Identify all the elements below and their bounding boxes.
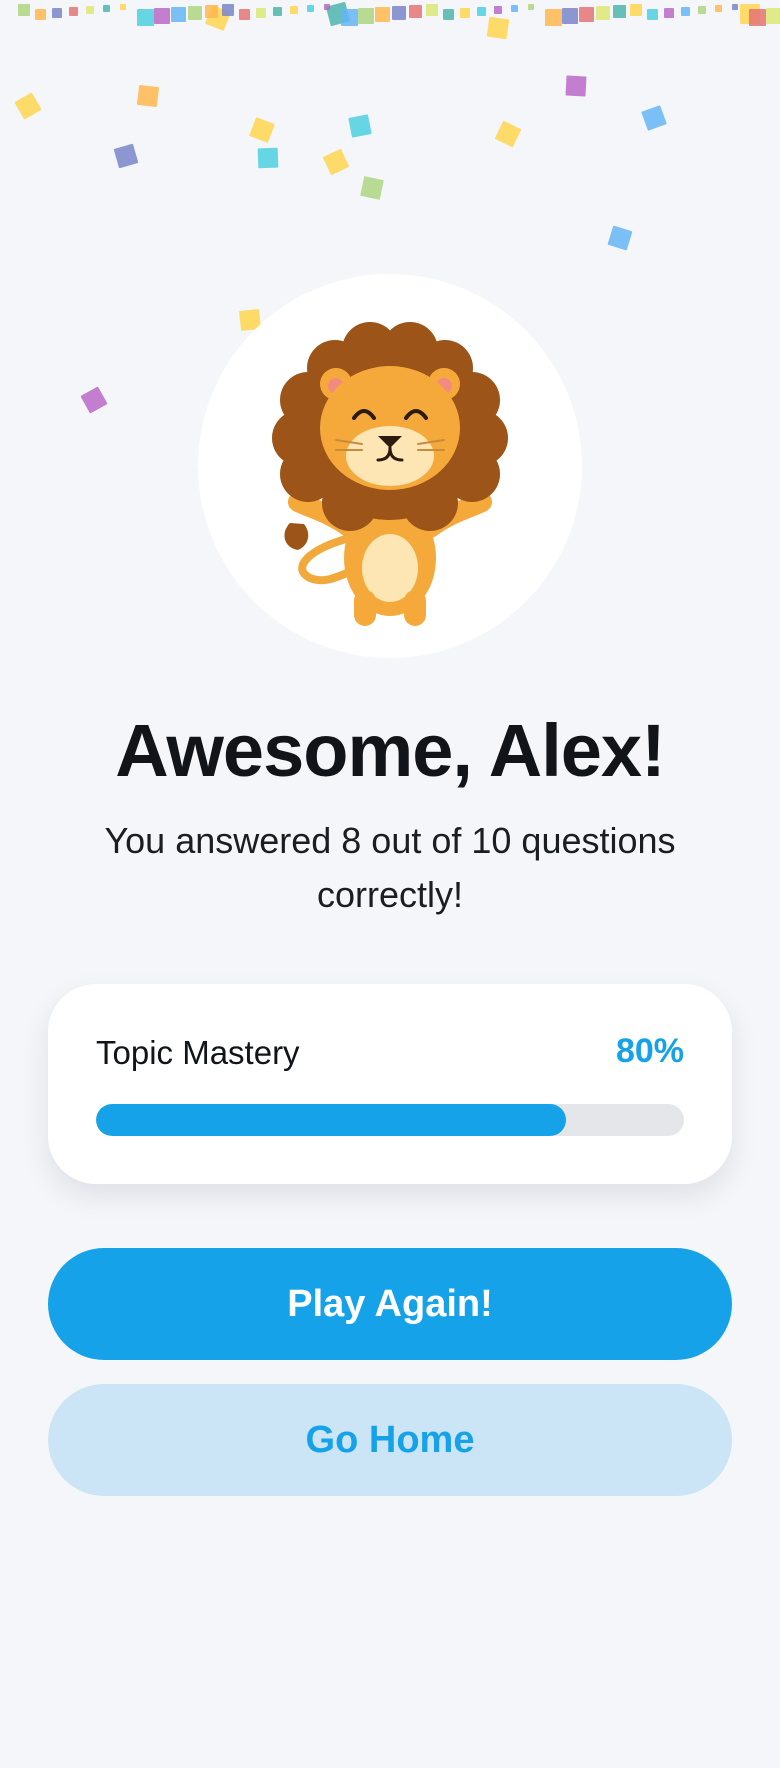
play-again-button[interactable]: Play Again! <box>48 1248 732 1360</box>
mastery-progress-fill <box>96 1104 567 1136</box>
mastery-progress-bar <box>96 1104 684 1136</box>
confetti-piece <box>596 6 610 20</box>
confetti-piece <box>579 7 594 22</box>
confetti-piece <box>766 8 780 24</box>
confetti-piece <box>358 8 374 24</box>
mascot-avatar <box>198 274 582 658</box>
confetti-piece <box>348 114 372 138</box>
confetti-piece <box>204 4 232 32</box>
confetti-piece <box>69 7 78 16</box>
confetti-piece <box>322 148 350 176</box>
confetti-piece <box>341 9 358 26</box>
confetti-piece <box>137 9 154 26</box>
confetti-piece <box>375 7 390 22</box>
confetti-piece <box>256 8 266 18</box>
confetti-piece <box>460 8 470 18</box>
lion-mascot-icon <box>272 322 508 626</box>
confetti-piece <box>188 6 202 20</box>
confetti-piece <box>154 8 170 24</box>
confetti-piece <box>86 6 94 14</box>
confetti-piece <box>715 5 722 12</box>
confetti-piece <box>443 9 454 20</box>
confetti-piece <box>511 5 518 12</box>
confetti-piece <box>630 4 642 16</box>
confetti-piece <box>494 120 522 148</box>
confetti-piece <box>426 4 438 16</box>
confetti-piece <box>35 9 46 20</box>
confetti-piece <box>273 7 282 16</box>
mastery-card: Topic Mastery 80% <box>48 984 732 1184</box>
confetti-piece <box>307 5 314 12</box>
confetti-piece <box>565 75 587 97</box>
confetti-piece <box>641 105 667 131</box>
page-title: Awesome, Alex! <box>115 709 665 792</box>
confetti-piece <box>14 92 42 120</box>
confetti-piece <box>324 4 330 10</box>
confetti-piece <box>113 143 139 169</box>
confetti-piece <box>732 4 738 10</box>
confetti-piece <box>607 225 633 251</box>
confetti-piece <box>249 117 275 143</box>
go-home-button[interactable]: Go Home <box>48 1384 732 1496</box>
confetti-piece <box>749 9 766 26</box>
confetti-piece <box>205 5 218 18</box>
confetti-piece <box>290 6 298 14</box>
confetti-piece <box>486 16 510 40</box>
confetti-piece <box>120 4 126 10</box>
confetti-piece <box>698 6 706 14</box>
confetti-piece <box>257 147 279 169</box>
confetti-piece <box>360 176 384 200</box>
confetti-piece <box>222 4 234 16</box>
confetti-piece <box>18 4 30 16</box>
confetti-piece <box>681 7 690 16</box>
confetti-piece <box>528 4 534 10</box>
confetti-piece <box>80 386 108 414</box>
confetti-piece <box>545 9 562 26</box>
confetti-piece <box>325 1 351 27</box>
mastery-percent: 80% <box>615 1032 684 1070</box>
score-summary: You answered 8 out of 10 questions corre… <box>104 820 676 915</box>
confetti-piece <box>739 3 761 25</box>
confetti-piece <box>171 7 186 22</box>
confetti-piece <box>136 84 160 108</box>
confetti-piece <box>494 6 502 14</box>
confetti-piece <box>392 6 406 20</box>
confetti-piece <box>103 5 110 12</box>
confetti-piece <box>664 8 674 18</box>
confetti-piece <box>647 9 658 20</box>
mastery-label: Topic Mastery <box>96 1034 300 1071</box>
confetti-piece <box>562 8 578 24</box>
confetti-piece <box>477 7 486 16</box>
confetti-piece <box>239 9 250 20</box>
confetti-piece <box>52 8 62 18</box>
confetti-piece <box>409 5 422 18</box>
confetti-piece <box>613 5 626 18</box>
